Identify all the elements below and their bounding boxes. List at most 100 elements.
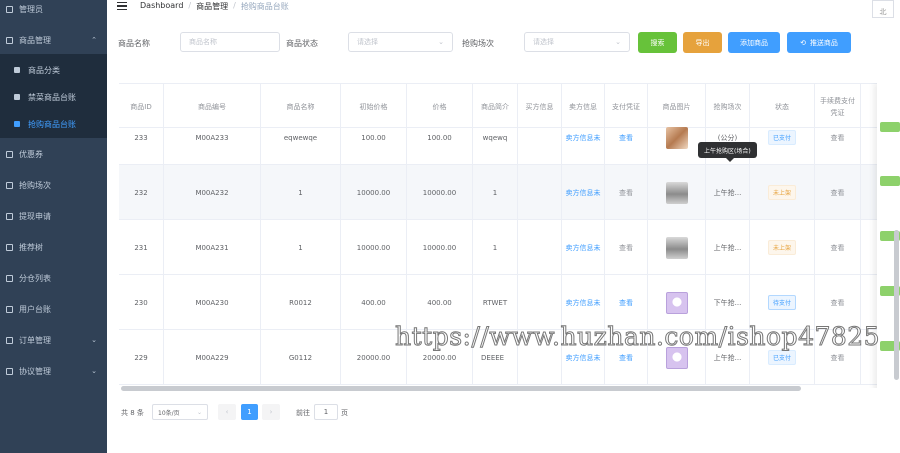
chevron-left-icon: ‹ (225, 408, 229, 416)
seller-info-link[interactable]: 卖方信息未 (562, 220, 605, 275)
page-size-value: 10条/页 (158, 409, 180, 417)
button-label: 添加商品 (740, 38, 768, 47)
push-icon: ⟲ (800, 38, 806, 47)
cell-intro: 1 (473, 220, 518, 275)
status-label: 商品状态 (286, 39, 318, 48)
product-thumbnail[interactable] (665, 291, 688, 314)
doc-icon (14, 121, 20, 127)
sidebar: 管理员 商品管理 ⌃ 商品分类 禁菜商品台账 抢购商品台账 优惠券 抢购场次 提现… (0, 0, 107, 453)
cell-init-price: 100.00 (341, 110, 407, 165)
sidebar-item-withdraw[interactable]: 提现申请 (0, 201, 107, 231)
cell-init-price: 10000.00 (341, 165, 407, 220)
row-action-button[interactable] (880, 176, 900, 186)
sidebar-item-label: 商品管理 (19, 35, 51, 45)
sidebar-item-flash-ledger[interactable]: 抢购商品台账 (0, 110, 107, 138)
sidebar-item-admin[interactable]: 管理员 (0, 0, 107, 24)
sidebar-item-orders[interactable]: 订单管理 ⌄ (0, 325, 107, 355)
status-badge: 待支付 (767, 295, 796, 310)
sidebar-item-label: 用户台账 (19, 304, 51, 314)
breadcrumb-separator: / (188, 1, 192, 10)
hamburger-icon[interactable] (117, 2, 127, 10)
sidebar-item-label: 推荐树 (19, 242, 43, 252)
breadcrumb: Dashboard / 商品管理 / 抢购商品台账 (140, 1, 289, 12)
agreement-icon (6, 367, 13, 375)
search-button[interactable]: 搜索 (638, 32, 677, 53)
cell-name: 1 (261, 165, 341, 220)
status-badge: 已支付 (767, 350, 796, 365)
sidebar-item-label: 协议管理 (19, 366, 51, 376)
cell-status: 已支付 (750, 110, 815, 165)
fee-proof-link[interactable]: 查看 (815, 220, 861, 275)
sidebar-item-label: 禁菜商品台账 (28, 92, 76, 102)
vertical-scrollbar[interactable] (894, 230, 899, 380)
payment-proof-link[interactable]: 查看 (605, 110, 648, 165)
goto-label: 前往 (296, 409, 310, 417)
push-product-button[interactable]: ⟲ 推送商品 (787, 32, 851, 53)
cell-status: 未上架 (750, 220, 815, 275)
status-select[interactable]: 请选择 ⌄ (348, 32, 453, 52)
status-badge: 未上架 (767, 185, 796, 200)
sidebar-item-agreement[interactable]: 协议管理 ⌄ (0, 356, 107, 386)
payment-proof-link[interactable]: 查看 (605, 165, 648, 220)
breadcrumb-item[interactable]: 商品管理 (196, 1, 228, 12)
fee-proof-link[interactable]: 查看 (815, 110, 861, 165)
goto-value: 1 (323, 408, 329, 416)
export-button[interactable]: 导出 (683, 32, 722, 53)
table-row[interactable]: 231 M00A231 1 10000.00 10000.00 1 卖方信息未 … (119, 220, 900, 275)
product-thumbnail[interactable] (665, 236, 688, 259)
placeholder: 请选择 (533, 38, 554, 46)
sidebar-item-label: 抢购商品台账 (28, 119, 76, 129)
product-name-input[interactable]: 商品名称 (180, 32, 280, 52)
session-select[interactable]: 请选择 ⌄ (524, 32, 630, 52)
horizontal-scrollbar[interactable] (121, 386, 801, 391)
button-label: 搜索 (650, 38, 665, 47)
sidebar-item-referral-tree[interactable]: 推荐树 (0, 232, 107, 262)
sidebar-item-warehouse[interactable]: 分仓列表 (0, 263, 107, 293)
page-number-button[interactable]: 1 (241, 404, 258, 420)
sidebar-item-label: 提现申请 (19, 211, 51, 221)
cell-code: M00A232 (164, 165, 261, 220)
row-action-button[interactable] (880, 122, 900, 132)
goods-icon (6, 36, 13, 44)
avatar[interactable]: 北 (872, 0, 894, 18)
cell-price: 10000.00 (407, 165, 473, 220)
table-row[interactable]: 233 M00A233 eqwewqe 100.00 100.00 wqewq … (119, 110, 900, 165)
chevron-down-icon: ⌄ (438, 38, 444, 46)
add-product-button[interactable]: 添加商品 (728, 32, 780, 53)
table-row[interactable]: 232 M00A232 1 10000.00 10000.00 1 卖方信息未 … (119, 165, 900, 220)
status-badge: 已支付 (767, 130, 796, 145)
cell-buyer (518, 110, 562, 165)
sidebar-item-vegetable-ledger[interactable]: 禁菜商品台账 (0, 83, 107, 111)
breadcrumb-item[interactable]: Dashboard (140, 1, 183, 12)
payment-proof-link[interactable]: 查看 (605, 220, 648, 275)
product-thumbnail[interactable] (665, 181, 688, 204)
sidebar-item-goods-category[interactable]: 商品分类 (0, 56, 107, 84)
sidebar-item-coupon[interactable]: 优惠券 (0, 139, 107, 169)
fee-proof-link[interactable]: 查看 (815, 165, 861, 220)
clock-icon (6, 181, 13, 189)
sidebar-item-label: 管理员 (19, 4, 43, 14)
sidebar-item-goods[interactable]: 商品管理 ⌃ (0, 25, 107, 55)
sidebar-item-user-ledger[interactable]: 用户台账 (0, 294, 107, 324)
cell-image (648, 165, 706, 220)
sidebar-item-label: 订单管理 (19, 335, 51, 345)
product-name-label: 商品名称 (118, 39, 150, 48)
goto-page-input[interactable]: 1 (314, 404, 338, 420)
product-thumbnail[interactable] (665, 126, 688, 149)
coupon-icon (6, 150, 13, 158)
chevron-up-icon: ⌃ (91, 36, 97, 44)
seller-info-link[interactable]: 卖方信息未 (562, 110, 605, 165)
cell-status: 未上架 (750, 165, 815, 220)
cell-init-price: 10000.00 (341, 220, 407, 275)
prev-page-button[interactable]: ‹ (218, 404, 236, 420)
seller-info-link[interactable]: 卖方信息未 (562, 165, 605, 220)
page-suffix: 页 (341, 409, 348, 417)
button-label: 导出 (695, 38, 710, 47)
button-label: 推送商品 (809, 38, 838, 47)
sidebar-item-flash-session[interactable]: 抢购场次 (0, 170, 107, 200)
next-page-button[interactable]: › (262, 404, 280, 420)
cell-id: 232 (119, 165, 164, 220)
page-size-select[interactable]: 10条/页 ⌄ (152, 404, 208, 420)
cell-id: 231 (119, 220, 164, 275)
sidebar-item-label: 分仓列表 (19, 273, 51, 283)
